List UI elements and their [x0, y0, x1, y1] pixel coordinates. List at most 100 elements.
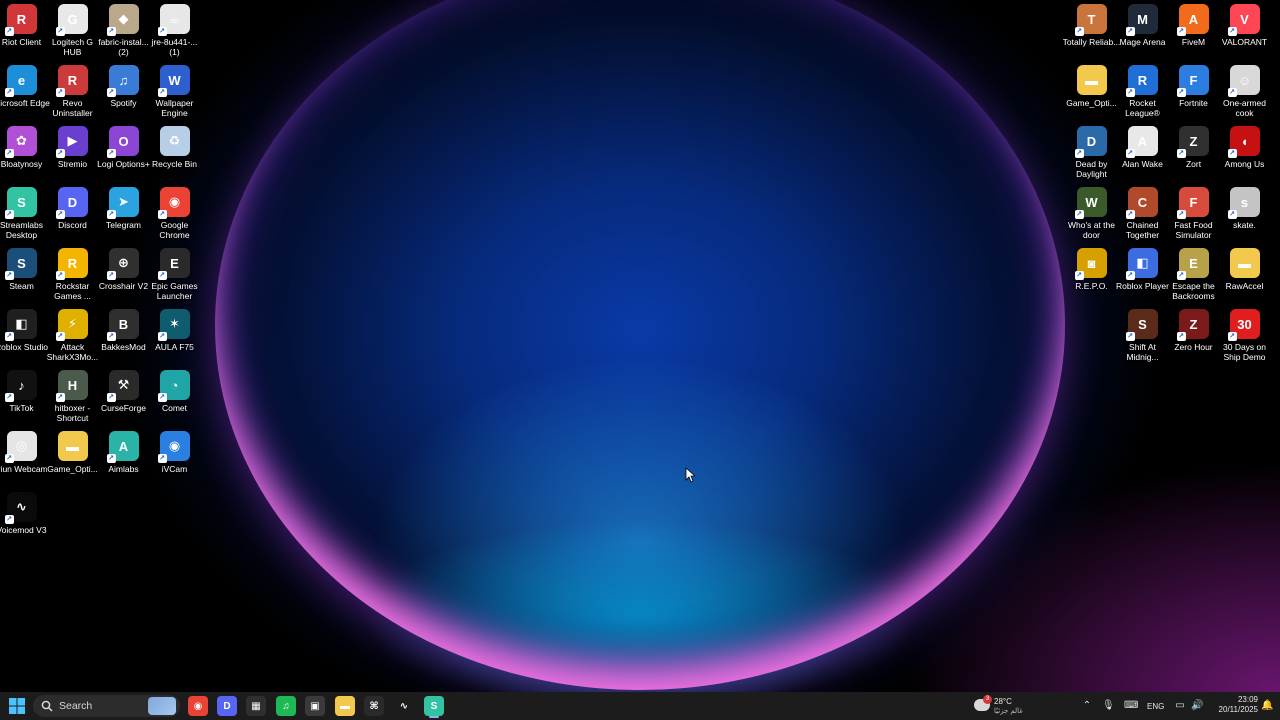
desktop-shortcut[interactable]: Z ↗ Zero Hour [1168, 309, 1219, 367]
taskbar-app-photos[interactable]: ▣ [305, 696, 325, 716]
weather-widget[interactable]: 3 28°C غالم جزئيًا [972, 695, 1032, 717]
desktop-shortcut[interactable]: ♻ Recycle Bin [149, 126, 200, 184]
folder-icon: ▬ [1229, 248, 1260, 278]
desktop-shortcut[interactable]: ◎ ↗ Iriun Webcam [0, 431, 48, 489]
taskbar-app-streamlabs-desktop[interactable]: S [424, 696, 444, 716]
shortcut-arrow-icon: ↗ [157, 88, 167, 97]
shortcut-arrow-icon: ↗ [4, 393, 14, 402]
desktop-shortcut[interactable]: Z ↗ Zort [1168, 126, 1219, 184]
network-icon[interactable]: ▭ [1174, 700, 1186, 712]
desktop-shortcut[interactable]: e↗Microsoft Edge [0, 65, 50, 123]
desktop-shortcut[interactable]: ✶ ↗ AULA F75 [149, 309, 200, 367]
taskbar-search-box[interactable]: Search [33, 695, 180, 717]
taskbar-app-store[interactable]: ▦ [246, 696, 266, 716]
desktop-shortcut[interactable]: S ↗ Streamlabs Desktop [0, 187, 47, 245]
desktop-shortcut[interactable]: V ↗ VALORANT [1219, 4, 1270, 62]
whos-at-the-door-icon: W ↗ [1074, 187, 1107, 219]
desktop-shortcut[interactable]: T ↗ Totally Reliab... [1063, 4, 1120, 62]
rockstar-icon: R ↗ [55, 248, 88, 280]
shortcut-arrow-icon: ↗ [1227, 210, 1237, 219]
taskbar-app-game-controller[interactable]: ⌘ [364, 696, 384, 716]
fivem-icon: A ↗ [1176, 4, 1209, 36]
desktop-shortcut[interactable]: 30 ↗ 30 Days on Ship Demo [1219, 309, 1270, 367]
desktop-shortcut[interactable]: A ↗ Aimlabs [98, 431, 149, 489]
desktop-shortcut[interactable]: R ↗ Riot Client [0, 4, 47, 62]
desktop-shortcut[interactable]: ♪ ↗ TikTok [0, 370, 47, 428]
revo-uninstaller-icon: R ↗ [55, 65, 88, 97]
desktop-shortcut[interactable]: ▬ Game_Opti... [47, 431, 98, 489]
telegram-icon: ➤ ↗ [106, 187, 139, 219]
desktop-shortcut[interactable]: ∿ ↗ Voicemod V3 [0, 492, 47, 550]
chevron-up-icon[interactable]: ⌃ [1081, 700, 1093, 712]
taskbar-app-spotify[interactable]: ♫ [276, 696, 296, 716]
desktop-shortcut[interactable]: C ↗ Chained Together [1117, 187, 1168, 245]
desktop-shortcut[interactable]: ◙ ↗ R.E.P.O. [1066, 248, 1117, 306]
desktop-shortcut-label: Discord [58, 220, 87, 230]
active-app-indicator [429, 716, 439, 718]
desktop-shortcut[interactable]: ☺ ↗ One-armed cook [1219, 65, 1270, 123]
desktop-shortcut[interactable]: ◔ ↗ Comet [149, 370, 200, 428]
desktop-shortcut[interactable]: B ↗ BakkesMod [98, 309, 149, 367]
desktop-shortcut[interactable]: ⚒ ↗ CurseForge [98, 370, 149, 428]
desktop-shortcut[interactable]: F ↗ Fast Food Simulator [1168, 187, 1219, 245]
desktop-shortcut[interactable]: ➤ ↗ Telegram [98, 187, 149, 245]
repo-icon: ◙ ↗ [1074, 248, 1107, 280]
riot-client-icon: R ↗ [4, 4, 37, 36]
taskbar-app-file-explorer[interactable]: ▬ [335, 696, 355, 716]
desktop-shortcut[interactable]: S ↗ Steam [0, 248, 47, 306]
desktop-shortcut-label: iVCam [161, 464, 188, 474]
desktop-shortcut[interactable]: G ↗ Logitech G HUB [47, 4, 98, 62]
desktop-shortcut[interactable]: ▬ Game_Opti... [1066, 65, 1117, 123]
notification-bell-icon[interactable]: 🔔 [1261, 700, 1273, 712]
microphone-icon[interactable]: 🎙 [1102, 700, 1115, 712]
desktop-shortcut[interactable]: M ↗ Mage Arena [1117, 4, 1168, 62]
desktop-shortcut[interactable]: H ↗ hitboxer - Shortcut [47, 370, 98, 428]
desktop-shortcut[interactable]: R ↗ Rocket League® [1117, 65, 1168, 123]
desktop-shortcut[interactable]: R ↗ Revo Uninstaller [47, 65, 98, 123]
desktop-shortcut[interactable]: ◧ ↗ Roblox Studio [0, 309, 48, 367]
shortcut-arrow-icon: ↗ [1176, 27, 1186, 36]
desktop-shortcut-label: 30 Days on Ship Demo [1223, 342, 1266, 362]
skate-icon: s ↗ [1227, 187, 1260, 219]
desktop-shortcut[interactable]: ◉ ↗ Google Chrome [149, 187, 200, 245]
start-button[interactable] [8, 697, 26, 715]
volume-icon[interactable]: 🔊 [1191, 700, 1203, 712]
desktop-shortcut[interactable]: S ↗ Shift At Midnig... [1117, 309, 1168, 367]
shortcut-arrow-icon: ↗ [1074, 271, 1084, 280]
desktop-shortcut[interactable]: ◆ ↗ fabric-instal... (2) [98, 4, 149, 62]
desktop-shortcut[interactable]: R ↗ Rockstar Games ... [47, 248, 98, 306]
desktop-shortcut[interactable]: ✿ ↗ Bloatynosy [0, 126, 47, 184]
language-indicator[interactable]: ENG [1147, 702, 1164, 712]
desktop-shortcut[interactable]: ♫ ↗ Spotify [98, 65, 149, 123]
desktop-shortcut[interactable]: ▶ ↗ Stremio [47, 126, 98, 184]
desktop-shortcut-label: Game_Opti... [47, 464, 98, 474]
desktop-shortcut[interactable]: ☕ ↗ jre-8u441-... (1) [149, 4, 200, 62]
desktop-shortcut[interactable]: E ↗ Escape the Backrooms [1168, 248, 1219, 306]
taskbar-app-chrome[interactable]: ◉ [188, 696, 208, 716]
desktop-shortcut[interactable]: ◖ ↗ Among Us [1219, 126, 1270, 184]
clock[interactable]: 23:09 20/11/2025 [1208, 695, 1258, 717]
desktop-shortcut[interactable]: ◧ ↗ Roblox Player [1116, 248, 1169, 306]
desktop-shortcut[interactable]: A ↗ FiveM [1168, 4, 1219, 62]
desktop-shortcut[interactable]: E ↗ Epic Games Launcher [149, 248, 200, 306]
desktop-shortcut[interactable]: O ↗ Logi Options+ [97, 126, 150, 184]
desktop-shortcut[interactable]: W ↗ Who's at the door [1066, 187, 1117, 245]
desktop-shortcut-label: hitboxer - Shortcut [54, 403, 91, 423]
desktop-shortcut[interactable]: ⊕ ↗ Crosshair V2 [98, 248, 149, 306]
desktop-shortcut[interactable]: ◉ ↗ iVCam [149, 431, 200, 489]
stremio-icon: ▶ ↗ [55, 126, 88, 158]
desktop-shortcut[interactable]: ▬ RawAccel [1219, 248, 1270, 306]
desktop-shortcut[interactable]: A ↗ Alan Wake [1117, 126, 1168, 184]
desktop-shortcut[interactable]: D ↗ Discord [47, 187, 98, 245]
shortcut-arrow-icon: ↗ [4, 271, 14, 280]
desktop-shortcut[interactable]: W ↗ Wallpaper Engine [149, 65, 200, 123]
desktop-shortcut[interactable]: ⚡ ↗ Attack SharkX3Mo... [47, 309, 98, 367]
desktop-shortcut[interactable]: s ↗ skate. [1219, 187, 1270, 245]
desktop-shortcut[interactable]: D ↗ Dead by Daylight [1066, 126, 1117, 184]
keyboard-icon[interactable]: ⌨ [1124, 700, 1138, 712]
taskbar-app-discord[interactable]: D [217, 696, 237, 716]
desktop-shortcut[interactable]: F ↗ Fortnite [1168, 65, 1219, 123]
streamlabs-icon: S ↗ [4, 187, 37, 219]
taskbar-app-streamlabs[interactable]: ∿ [394, 696, 414, 716]
search-highlight-art [148, 697, 176, 715]
